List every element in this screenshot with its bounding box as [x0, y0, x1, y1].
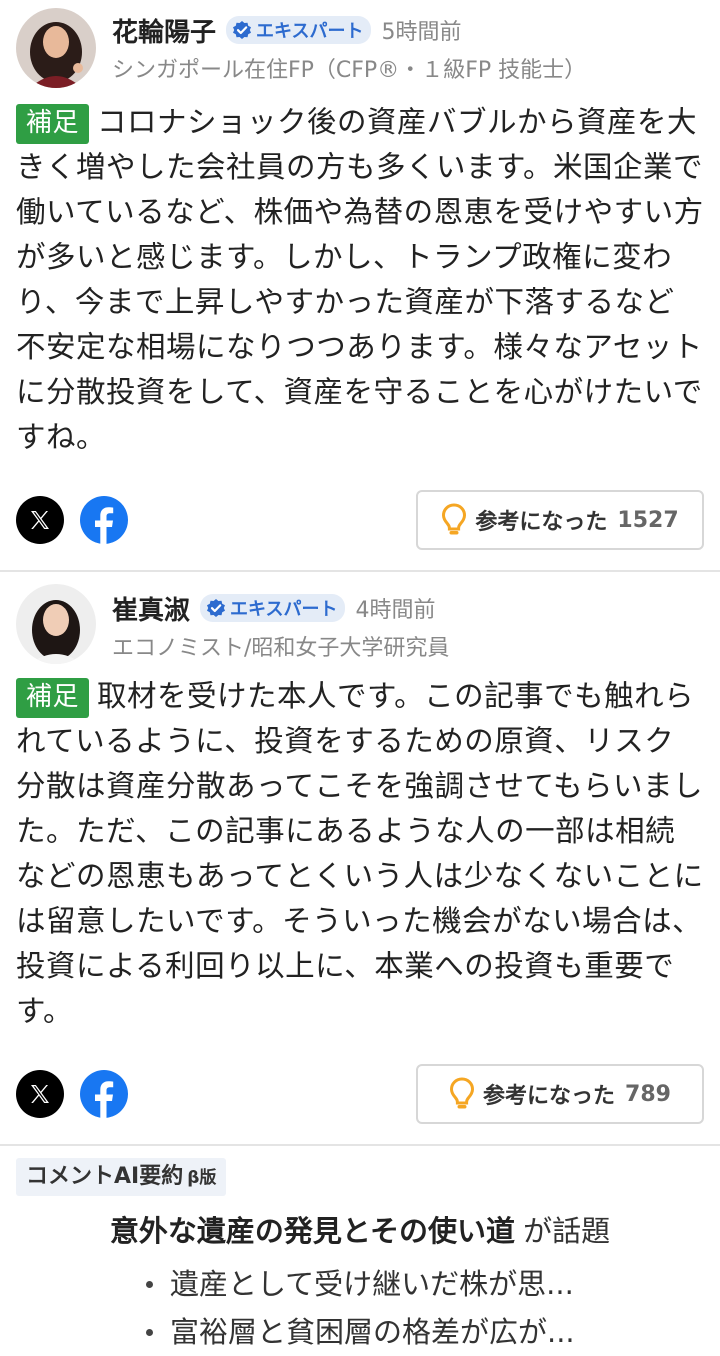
comment-text: コロナショック後の資産バブルから資産を大きく増やした会社員の方も多くいます。米国…: [16, 105, 704, 454]
comment-body: 補足 取材を受けた本人です。この記事でも触れられているように、投資をするための原資…: [16, 674, 704, 1034]
comment-divider: [0, 570, 720, 572]
helpful-count: 1527: [617, 507, 679, 533]
comment-text: 取材を受けた本人です。この記事でも触れられているように、投資をするための原資、リ…: [16, 679, 704, 1028]
helpful-count: 789: [625, 1081, 671, 1107]
name-row: 崔真淑 エキスパート 4時間前: [112, 588, 449, 628]
comment-actions: 参考になった 789: [16, 1062, 704, 1126]
comment-card: 花輪陽子 エキスパート 5時間前 シンガポール在住FP（CFP®・１級FP 技能…: [0, 0, 720, 552]
facebook-logo-icon: [95, 1081, 114, 1118]
comment-meta: 崔真淑 エキスパート 4時間前 エコノミスト/昭和女子大学研究員: [112, 588, 449, 662]
expert-badge-label: エキスパート: [256, 21, 364, 42]
lightbulb-icon: [450, 1077, 475, 1109]
helpful-button[interactable]: 参考になった 789: [416, 1064, 704, 1124]
post-time: 5時間前: [381, 20, 462, 45]
supplement-tag: 補足: [16, 678, 90, 718]
summary-suffix: が話題: [523, 1214, 611, 1248]
share-buttons: [16, 496, 144, 544]
expert-badge: エキスパート: [200, 594, 346, 622]
x-logo-icon: [31, 511, 49, 529]
comment-body: 補足 コロナショック後の資産バブルから資産を大きく増やした会社員の方も多くいます。…: [16, 100, 704, 460]
beta-label: β版: [187, 1168, 217, 1188]
ai-summary-label: コメントAI要約 β版: [16, 1158, 227, 1196]
share-facebook-button[interactable]: [80, 496, 128, 544]
helpful-label: 参考になった: [483, 1084, 616, 1109]
share-facebook-button[interactable]: [80, 1070, 128, 1118]
comment-meta: 花輪陽子 エキスパート 5時間前 シンガポール在住FP（CFP®・１級FP 技能…: [112, 10, 586, 84]
ai-summary-label-text: コメントAI要約: [26, 1164, 184, 1189]
comment-header: 花輪陽子 エキスパート 5時間前 シンガポール在住FP（CFP®・１級FP 技能…: [16, 0, 704, 90]
section-divider: [0, 1144, 720, 1146]
share-buttons: [16, 1070, 144, 1118]
comment-header: 崔真淑 エキスパート 4時間前 エコノミスト/昭和女子大学研究員: [16, 584, 704, 674]
supplement-tag: 補足: [16, 104, 90, 144]
author-name[interactable]: 花輪陽子: [112, 12, 216, 49]
post-time: 4時間前: [355, 598, 436, 623]
verified-check-icon: [233, 21, 252, 39]
author-profile: シンガポール在住FP（CFP®・１級FP 技能士）: [112, 58, 587, 83]
avatar[interactable]: [16, 584, 96, 664]
verified-check-icon: [207, 599, 226, 617]
helpful-button[interactable]: 参考になった 1527: [416, 490, 704, 550]
summary-bullet-list: 遺産として受け継いだ株が思... 富裕層と貧困層の格差が広が...: [16, 1260, 704, 1356]
share-x-button[interactable]: [16, 1070, 64, 1118]
comment-actions: 参考になった 1527: [16, 488, 704, 552]
summary-bullet[interactable]: 富裕層と貧困層の格差が広が...: [144, 1308, 704, 1356]
author-profile: エコノミスト/昭和女子大学研究員: [112, 636, 450, 661]
avatar[interactable]: [16, 8, 96, 88]
lightbulb-icon: [442, 503, 467, 535]
summary-topic[interactable]: 意外な遺産の発見とその使い道: [110, 1214, 515, 1248]
author-name[interactable]: 崔真淑: [112, 590, 190, 627]
comment-card: 崔真淑 エキスパート 4時間前 エコノミスト/昭和女子大学研究員 補足 取材を受け…: [0, 584, 720, 1126]
facebook-logo-icon: [95, 507, 114, 544]
name-row: 花輪陽子 エキスパート 5時間前: [112, 10, 586, 50]
ai-summary-section: コメントAI要約 β版 意外な遺産の発見とその使い道 が話題 遺産として受け継いだ株…: [0, 1158, 720, 1356]
helpful-label: 参考になった: [475, 510, 608, 535]
ai-summary-title: 意外な遺産の発見とその使い道 が話題: [16, 1210, 704, 1252]
summary-bullet[interactable]: 遺産として受け継いだ株が思...: [144, 1260, 704, 1308]
expert-badge-label: エキスパート: [230, 599, 338, 620]
x-logo-icon: [31, 1085, 49, 1103]
expert-badge: エキスパート: [226, 16, 372, 44]
share-x-button[interactable]: [16, 496, 64, 544]
